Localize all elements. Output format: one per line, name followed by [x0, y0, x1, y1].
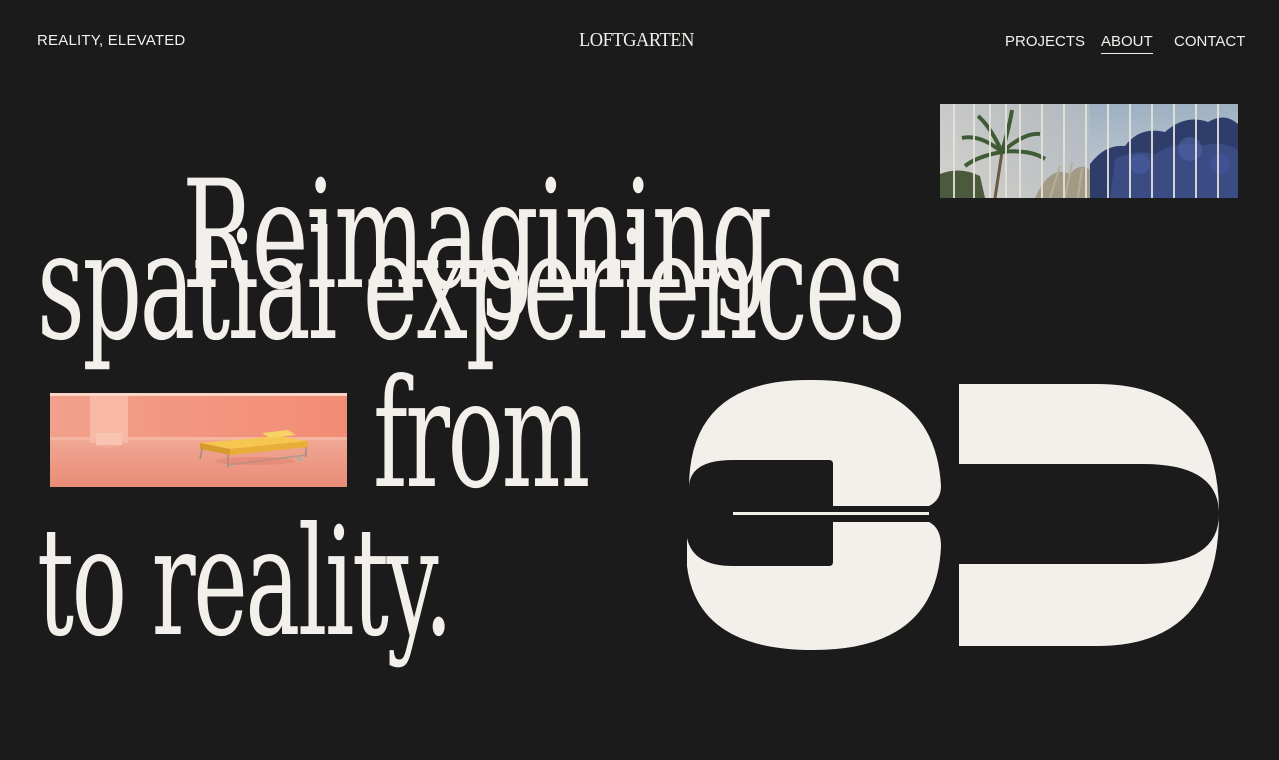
big-3d-graphic [687, 379, 1219, 650]
site-logo[interactable]: LOFTGARTEN [579, 29, 694, 52]
hero-line-3: from [373, 348, 590, 522]
room-photo-art [50, 393, 347, 487]
garden-photo [940, 104, 1238, 198]
nav-link-projects[interactable]: PROJECTS [1005, 33, 1085, 50]
site-header: REALITY, ELEVATED LOFTGARTEN PROJECTS AB… [0, 0, 1279, 84]
hero-line-4: to reality. [37, 496, 453, 670]
hero-line-2: spatial experiences [37, 200, 906, 374]
site-tagline: REALITY, ELEVATED [37, 32, 186, 49]
letter-d-shape [959, 384, 1219, 646]
garden-photo-art [940, 104, 1238, 198]
nav-link-about[interactable]: ABOUT [1101, 33, 1153, 54]
numeral-3-shape [687, 379, 941, 650]
room-photo [50, 393, 347, 487]
nav-link-contact[interactable]: CONTACT [1174, 33, 1245, 50]
